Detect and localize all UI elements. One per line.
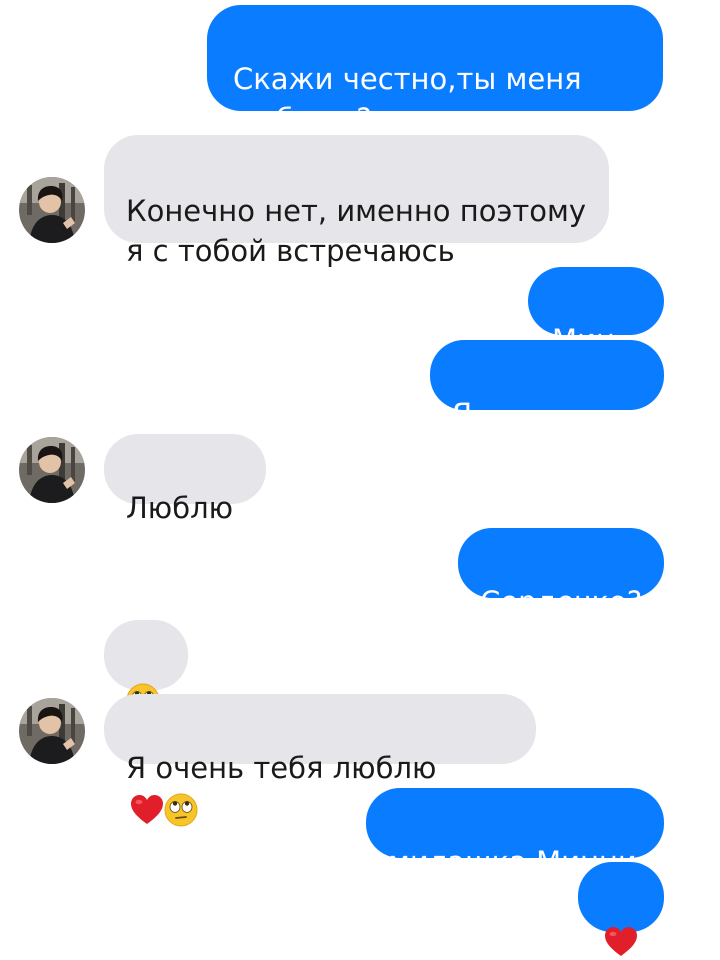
message-sent-emoji[interactable] [578, 862, 664, 932]
message-received-emoji[interactable] [104, 620, 188, 690]
contact-avatar[interactable] [19, 177, 85, 243]
message-sent[interactable]: Я серьезно... [430, 340, 664, 471]
message-text: Конечно нет, именно поэтому я с тобой вс… [126, 194, 587, 268]
contact-avatar[interactable] [19, 698, 85, 764]
message-received[interactable]: Конечно нет, именно поэтому я с тобой вс… [104, 135, 609, 268]
message-sent[interactable]: Сердечко? [458, 528, 664, 619]
message-sent[interactable]: Скажи честно,ты меня любишь? [207, 5, 663, 136]
contact-avatar[interactable] [19, 437, 85, 503]
message-text: Люблю [126, 491, 234, 525]
message-sent[interactable]: Мин... [528, 267, 664, 357]
message-sent[interactable]: милашка Минни [366, 788, 664, 879]
message-received[interactable]: Люблю [104, 434, 266, 525]
red-heart-icon [604, 926, 638, 958]
message-text: Сердечко? [480, 585, 643, 619]
message-received[interactable]: Я очень тебя люблю [104, 694, 536, 764]
message-text: Скажи честно,ты меня любишь? [233, 62, 582, 136]
message-text: Я серьезно... [452, 397, 619, 471]
red-heart-icon [130, 794, 164, 826]
chat-thread: Скажи честно,ты меня любишь? Конечно нет… [0, 0, 720, 950]
face-with-rolling-eyes-icon [164, 793, 198, 827]
message-text: Я очень тебя люблю [126, 751, 437, 785]
